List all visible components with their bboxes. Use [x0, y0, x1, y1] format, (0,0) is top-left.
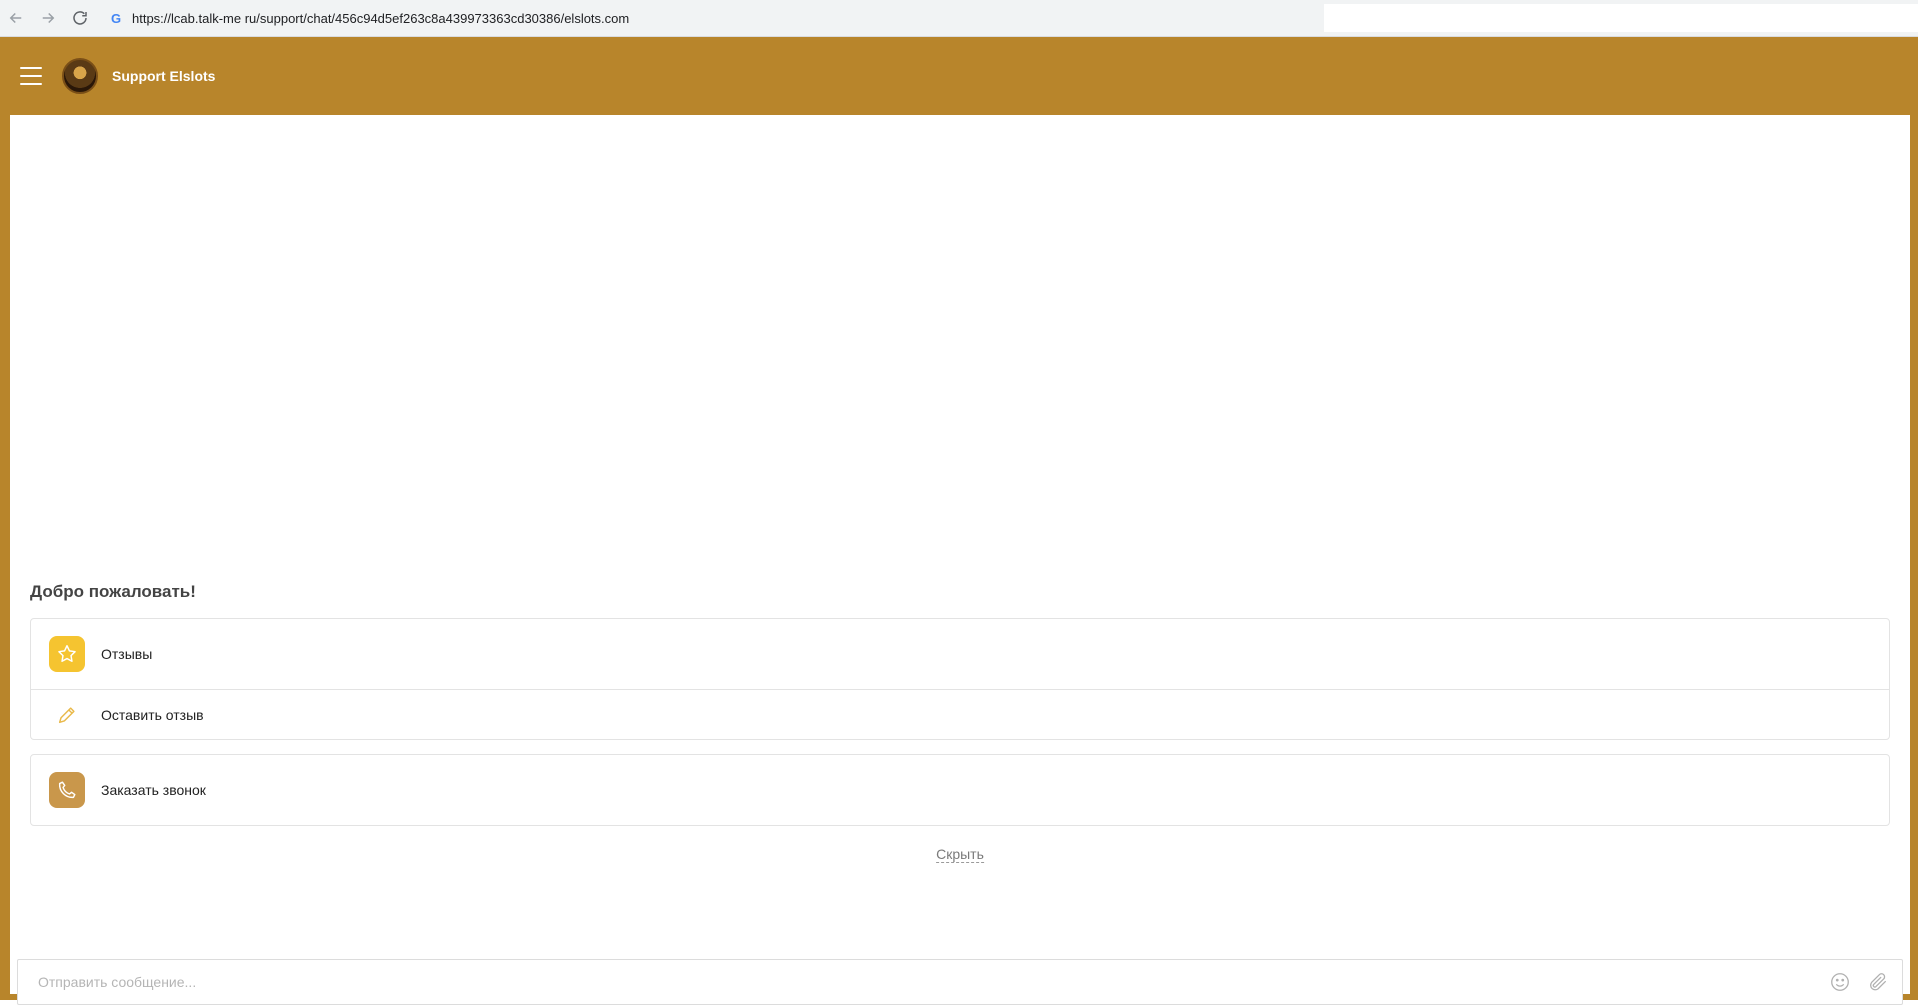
welcome-heading: Добро пожаловать! — [30, 582, 196, 601]
app-header: Support Elslots — [0, 37, 1918, 115]
reload-button[interactable] — [64, 2, 96, 34]
chat-title: Support Elslots — [112, 68, 216, 84]
back-button[interactable] — [0, 2, 32, 34]
callback-card: Заказать звонок — [30, 754, 1890, 826]
menu-icon[interactable] — [20, 67, 42, 85]
chat-app: Support Elslots Добро пожаловать! Отзывы — [0, 37, 1918, 1005]
emoji-icon[interactable] — [1826, 968, 1854, 996]
phone-icon — [49, 772, 85, 808]
pencil-icon — [49, 697, 85, 733]
paperclip-icon[interactable] — [1864, 968, 1892, 996]
reload-icon — [73, 11, 87, 25]
arrow-right-icon — [42, 12, 55, 24]
chat-panel: Добро пожаловать! Отзывы Оставить отзыв … — [10, 115, 1910, 1005]
arrow-left-icon — [9, 12, 22, 24]
reviews-card: Отзывы Оставить отзыв — [30, 618, 1890, 740]
menu-item-reviews[interactable]: Отзывы — [31, 619, 1889, 690]
menu-item-label: Заказать звонок — [101, 782, 206, 798]
menu-item-label: Оставить отзыв — [101, 706, 204, 723]
url-text: https://lcab.talk-me ru/support/chat/456… — [132, 10, 630, 26]
forward-button[interactable] — [32, 2, 64, 34]
menu-item-request-call[interactable]: Заказать звонок — [31, 755, 1889, 825]
menu-item-label: Отзывы — [101, 646, 153, 662]
menu-item-leave-review[interactable]: Оставить отзыв — [31, 690, 1889, 739]
star-icon — [49, 636, 85, 672]
address-bar[interactable]: G https://lcab.talk-me ru/support/chat/4… — [102, 4, 1324, 32]
hide-link[interactable]: Скрыть — [936, 846, 984, 863]
message-composer — [17, 959, 1903, 1005]
toolbar-spacer — [1324, 4, 1918, 32]
message-input[interactable] — [18, 962, 1826, 1002]
google-icon: G — [110, 10, 122, 26]
avatar — [62, 58, 98, 94]
browser-toolbar: G https://lcab.talk-me ru/support/chat/4… — [0, 0, 1918, 37]
